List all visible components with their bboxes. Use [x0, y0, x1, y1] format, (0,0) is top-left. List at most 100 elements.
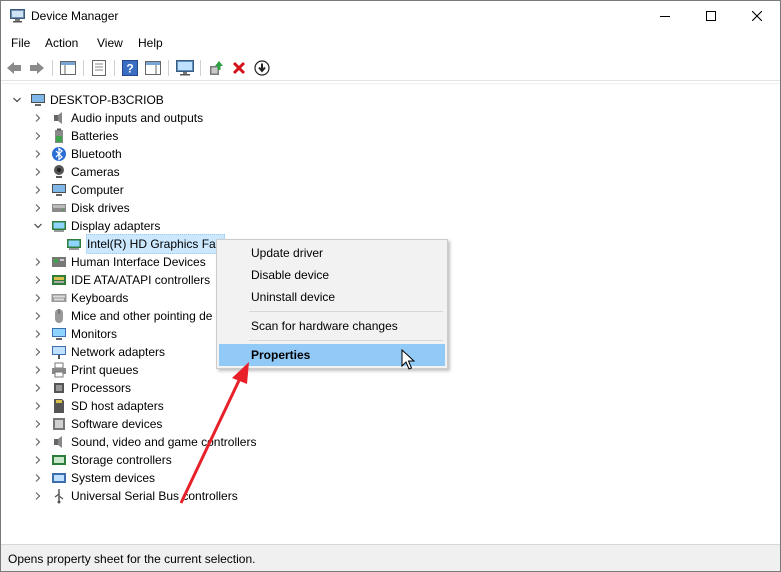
- tree-category-batteries[interactable]: Batteries: [33, 127, 118, 145]
- toolbar-separator: [83, 60, 84, 76]
- enable-device-button[interactable]: [252, 58, 272, 78]
- forward-button[interactable]: [27, 58, 47, 78]
- ctx-scan-hardware[interactable]: Scan for hardware changes: [219, 315, 445, 337]
- minimize-button[interactable]: [642, 1, 688, 31]
- chevron-right-icon[interactable]: [33, 131, 43, 141]
- disk-drive-icon: [52, 204, 66, 212]
- ctx-update-driver[interactable]: Update driver: [219, 242, 445, 264]
- tree-category-label: IDE ATA/ATAPI controllers: [71, 273, 211, 287]
- chevron-right-icon[interactable]: [33, 167, 43, 177]
- tree-category-print-queues[interactable]: Print queues: [33, 361, 138, 379]
- chevron-right-icon[interactable]: [33, 257, 43, 267]
- chevron-right-icon[interactable]: [33, 455, 43, 465]
- window-title: Device Manager: [31, 9, 119, 23]
- scan-hardware-button[interactable]: [175, 58, 195, 78]
- uninstall-device-button[interactable]: [229, 58, 249, 78]
- chevron-right-icon[interactable]: [33, 203, 43, 213]
- tree-category-ide-ata-atapi-controllers[interactable]: IDE ATA/ATAPI controllers: [33, 271, 210, 289]
- chevron-right-icon[interactable]: [33, 419, 43, 429]
- tree-category-processors[interactable]: Processors: [33, 379, 131, 397]
- mouse-cursor-icon: [401, 349, 415, 370]
- tree-category-label: Batteries: [71, 129, 119, 143]
- chevron-right-icon[interactable]: [33, 383, 43, 393]
- tree-category-label: Human Interface Devices: [71, 255, 206, 269]
- status-bar: Opens property sheet for the current sel…: [1, 544, 780, 571]
- menu-file[interactable]: File: [11, 36, 30, 50]
- maximize-button[interactable]: [688, 1, 734, 31]
- tree-category-universal-serial-bus-controllers[interactable]: Universal Serial Bus controllers: [33, 487, 238, 505]
- tree-category-bluetooth[interactable]: Bluetooth: [33, 145, 122, 163]
- chevron-right-icon[interactable]: [33, 437, 43, 447]
- keyboard-icon: [51, 294, 67, 302]
- menu-help[interactable]: Help: [138, 36, 163, 50]
- chevron-right-icon[interactable]: [33, 473, 43, 483]
- menu-view[interactable]: View: [97, 36, 123, 50]
- ctx-disable-device[interactable]: Disable device: [219, 264, 445, 286]
- tree-category-network-adapters[interactable]: Network adapters: [33, 343, 165, 361]
- chevron-right-icon[interactable]: [33, 365, 43, 375]
- chevron-right-icon[interactable]: [33, 347, 43, 357]
- chevron-right-icon[interactable]: [33, 311, 43, 321]
- sd-host-icon: [54, 399, 64, 413]
- computer-icon: [31, 94, 45, 106]
- computer-icon: [52, 184, 66, 196]
- maximize-icon: [706, 11, 716, 21]
- tree-root[interactable]: DESKTOP-B3CRIOB: [12, 91, 164, 109]
- bluetooth-icon: [52, 147, 66, 161]
- toolbar-separator: [114, 60, 115, 76]
- network-adapter-icon: [52, 346, 66, 359]
- tree-category-label: Network adapters: [71, 345, 166, 359]
- toolbar: ?: [1, 55, 780, 81]
- tree-category-software-devices[interactable]: Software devices: [33, 415, 162, 433]
- tree-root-label: DESKTOP-B3CRIOB: [50, 93, 164, 107]
- chevron-right-icon[interactable]: [33, 113, 43, 123]
- chevron-right-icon[interactable]: [33, 293, 43, 303]
- tree-category-audio-inputs-and-outputs[interactable]: Audio inputs and outputs: [33, 109, 203, 127]
- download-circle-icon: [254, 60, 270, 76]
- tree-category-monitors[interactable]: Monitors: [33, 325, 117, 343]
- tree-category-keyboards[interactable]: Keyboards: [33, 289, 128, 307]
- tree-category-storage-controllers[interactable]: Storage controllers: [33, 451, 172, 469]
- tree-category-human-interface-devices[interactable]: Human Interface Devices: [33, 253, 206, 271]
- ctx-separator: [249, 340, 443, 341]
- system-device-icon: [52, 473, 66, 483]
- chevron-right-icon[interactable]: [33, 401, 43, 411]
- tree-child-intel-graphics[interactable]: Intel(R) HD Graphics Fan: [66, 234, 226, 254]
- show-action-pane-button[interactable]: [143, 58, 163, 78]
- back-button[interactable]: [4, 58, 24, 78]
- speaker-icon: [54, 112, 62, 124]
- close-button[interactable]: [734, 1, 780, 31]
- tree-category-mice-and-other-pointing-de[interactable]: Mice and other pointing de: [33, 307, 212, 325]
- menu-action[interactable]: Action: [45, 36, 78, 50]
- tree-category-label: Cameras: [71, 165, 120, 179]
- chevron-right-icon[interactable]: [33, 185, 43, 195]
- processor-icon: [54, 383, 64, 393]
- chevron-right-icon[interactable]: [33, 491, 43, 501]
- hid-icon: [52, 257, 66, 267]
- update-driver-button[interactable]: [206, 58, 226, 78]
- ctx-uninstall-device[interactable]: Uninstall device: [219, 286, 445, 308]
- tree-category-sd-host-adapters[interactable]: SD host adapters: [33, 397, 164, 415]
- chevron-right-icon[interactable]: [33, 275, 43, 285]
- tree-category-cameras[interactable]: Cameras: [33, 163, 120, 181]
- display-adapter-icon: [67, 239, 81, 250]
- battery-icon: [55, 128, 63, 143]
- close-icon: [752, 11, 762, 21]
- tree-category-display-adapters[interactable]: Display adapters: [33, 217, 160, 235]
- chevron-right-icon[interactable]: [33, 149, 43, 159]
- tree-category-label: Audio inputs and outputs: [71, 111, 204, 125]
- chevron-down-icon[interactable]: [33, 221, 43, 231]
- toolbar-separator: [200, 60, 201, 76]
- tree-category-disk-drives[interactable]: Disk drives: [33, 199, 130, 217]
- tree-category-sound-video-and-game-controllers[interactable]: Sound, video and game controllers: [33, 433, 256, 451]
- show-hide-console-tree-button[interactable]: [58, 58, 78, 78]
- mouse-icon: [55, 309, 63, 323]
- chevron-right-icon[interactable]: [33, 329, 43, 339]
- tree-category-computer[interactable]: Computer: [33, 181, 124, 199]
- properties-toolbar-button[interactable]: [89, 58, 109, 78]
- printer-icon: [52, 362, 66, 378]
- tree-category-system-devices[interactable]: System devices: [33, 469, 155, 487]
- help-toolbar-button[interactable]: ?: [120, 58, 140, 78]
- chevron-down-icon[interactable]: [12, 95, 22, 105]
- ide-controller-icon: [52, 275, 66, 285]
